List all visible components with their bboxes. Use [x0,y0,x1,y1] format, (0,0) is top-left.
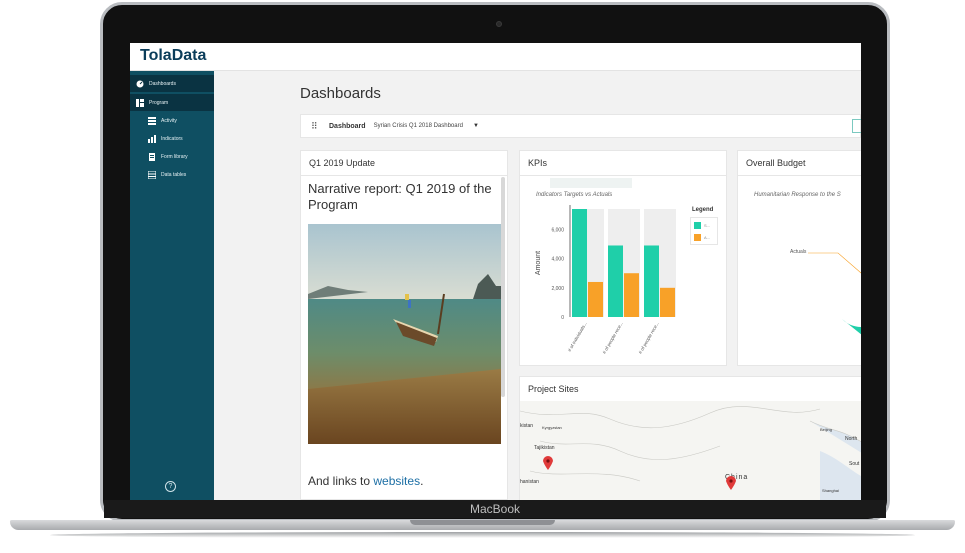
divider [301,175,507,176]
links-text: And links to websites. [308,474,423,488]
links-end: . [420,474,424,488]
sidebar-item-data-tables[interactable]: Data tables [130,166,214,183]
legend-swatch [694,234,701,241]
sidebar-item-activity[interactable]: Activity [130,112,214,129]
legend-swatch [694,222,701,229]
list-icon [148,116,156,125]
kpi-bar-chart: 0 2,000 4,000 6,000 Amount # of individuals..… [535,205,676,355]
bar [572,209,587,317]
update-panel: Q1 2019 Update Narrative report: Q1 2019… [300,150,508,500]
map-label: Shanghai [822,488,839,493]
x-tick-label: # of people rece... [602,321,624,355]
map-label: Kyrgyzstan [542,425,562,430]
caret-down-icon: ▼ [472,123,479,129]
y-tick-label: 2,000 [551,286,564,292]
map-label: Tajikistan [534,445,555,451]
websites-link[interactable]: websites [373,474,420,488]
y-tick-label: 0 [561,315,564,321]
sidebar-item-label: Data tables [161,171,187,178]
map-label: Sout [849,461,860,467]
map-label: North [845,436,858,442]
legend-entry-label: S... [704,223,711,228]
dashboard-icon [136,80,144,88]
legend-entry-label: A... [704,235,711,240]
dashboard-toolbar: ⠿ Dashboard Syrian Crisis Q1 2018 Dashbo… [300,114,861,138]
sidebar-item-indicators[interactable]: Indicators [130,130,214,147]
y-axis-label: Amount [535,251,542,275]
screen: TolaData Dashboards Program Activity Ind… [130,43,861,500]
table-icon [147,170,157,179]
bar [660,287,675,317]
sidebar-item-label: Form library [161,153,188,160]
links-prefix: And links to [308,474,374,488]
sidebar-item-label: Indicators [161,135,183,142]
bar [608,245,623,317]
sidebar-item-label: Activity [161,117,177,124]
map-pin-icon[interactable] [726,476,736,490]
base-notch [410,520,555,525]
dashboard-select[interactable]: Syrian Crisis Q1 2018 Dashboard ▼ [374,123,479,129]
program-icon [136,98,144,107]
drag-handle-icon[interactable]: ⠿ [311,121,323,132]
sidebar-item-form-library[interactable]: Form library [130,148,214,165]
camera-icon [496,21,502,27]
toolbar-action-button[interactable] [852,119,861,133]
project-sites-panel: Project Sites kistan Kyrgyzstan Tajikist… [519,376,861,500]
budget-pie-chart [808,252,861,335]
map-label: kistan [520,423,534,429]
page-title: Dashboards [300,85,381,102]
laptop-base [10,518,955,544]
map[interactable]: kistan Kyrgyzstan Tajikistan hanistan Ch… [520,401,861,500]
legend-title: Legend [692,207,714,213]
dashboard-label: Dashboard [329,122,366,130]
legend-entry[interactable]: S... [694,222,710,229]
x-tick-label: # of people rece... [638,321,660,355]
sidebar-item-program[interactable]: Program [130,94,214,111]
bar-chart-icon [148,134,156,143]
sidebar: Dashboards Program Activity Indicators F… [130,71,214,500]
top-bar: TolaData [130,43,861,71]
budget-panel: Overall Budget Humanitarian Response to … [737,150,861,366]
map-label: Beijing [820,427,833,432]
legend-entry[interactable]: A... [694,234,710,241]
map-borders [520,406,861,500]
device-label: MacBook [469,502,521,516]
dashboard-select-value: Syrian Crisis Q1 2018 Dashboard [373,123,463,129]
laptop-chin: MacBook [104,500,886,518]
narrative-heading: Narrative report: Q1 2019 of the Program [308,181,492,212]
kpis-panel: KPIs Indicators Targets vs Actuals 0 2,00… [519,150,727,366]
form-icon [148,152,156,161]
sidebar-item-dashboards[interactable]: Dashboards [130,75,214,92]
map-pin-icon[interactable] [543,456,553,470]
scrollbar[interactable] [501,177,505,397]
legend: S... A... [690,217,718,245]
sidebar-item-label: Dashboards [149,80,176,87]
y-tick-label: 4,000 [551,257,564,263]
y-tick-label: 6,000 [551,227,564,233]
app-logo[interactable]: TolaData [140,47,206,65]
base-shadow [50,532,915,538]
boat-photo [308,224,501,444]
bar [588,281,603,317]
bar [624,273,639,317]
x-tick-label: # of individuals... [567,321,588,353]
help-icon[interactable]: ? [165,481,176,492]
update-panel-title: Q1 2019 Update [309,158,376,168]
sidebar-item-label: Program [149,99,169,106]
map-label: hanistan [520,479,539,485]
sites-panel-title: Project Sites [528,384,579,394]
bar [644,245,659,317]
